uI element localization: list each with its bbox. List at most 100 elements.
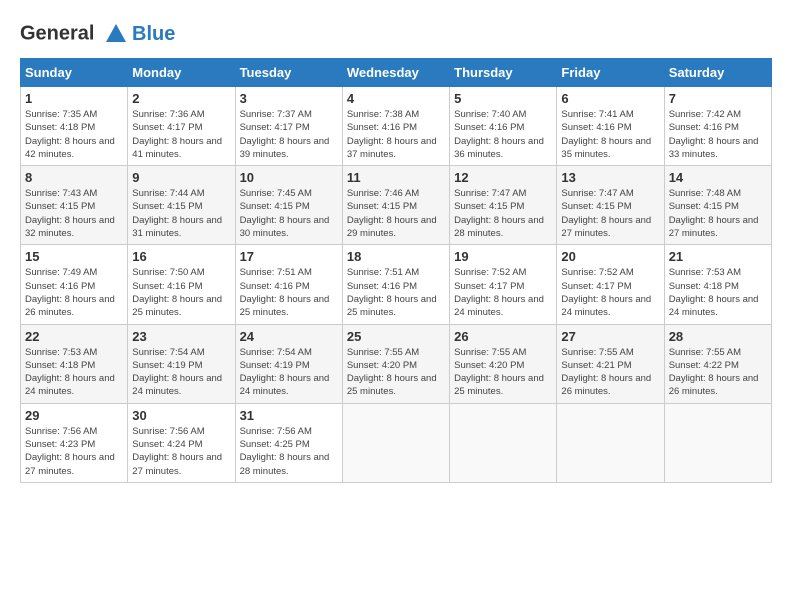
day-info: Sunrise: 7:47 AM Sunset: 4:15 PM Dayligh…: [561, 187, 659, 240]
day-number: 26: [454, 329, 552, 344]
day-number: 5: [454, 91, 552, 106]
col-header-sunday: Sunday: [21, 59, 128, 87]
col-header-saturday: Saturday: [664, 59, 771, 87]
calendar-cell: 31 Sunrise: 7:56 AM Sunset: 4:25 PM Dayl…: [235, 403, 342, 482]
calendar-cell: 4 Sunrise: 7:38 AM Sunset: 4:16 PM Dayli…: [342, 87, 449, 166]
calendar-cell: 26 Sunrise: 7:55 AM Sunset: 4:20 PM Dayl…: [450, 324, 557, 403]
day-info: Sunrise: 7:42 AM Sunset: 4:16 PM Dayligh…: [669, 108, 767, 161]
calendar-cell: 6 Sunrise: 7:41 AM Sunset: 4:16 PM Dayli…: [557, 87, 664, 166]
calendar-cell: 22 Sunrise: 7:53 AM Sunset: 4:18 PM Dayl…: [21, 324, 128, 403]
day-number: 11: [347, 170, 445, 185]
day-info: Sunrise: 7:44 AM Sunset: 4:15 PM Dayligh…: [132, 187, 230, 240]
calendar-cell: 9 Sunrise: 7:44 AM Sunset: 4:15 PM Dayli…: [128, 166, 235, 245]
day-info: Sunrise: 7:55 AM Sunset: 4:21 PM Dayligh…: [561, 346, 659, 399]
calendar-cell: 19 Sunrise: 7:52 AM Sunset: 4:17 PM Dayl…: [450, 245, 557, 324]
calendar-cell: 20 Sunrise: 7:52 AM Sunset: 4:17 PM Dayl…: [557, 245, 664, 324]
day-info: Sunrise: 7:40 AM Sunset: 4:16 PM Dayligh…: [454, 108, 552, 161]
day-number: 27: [561, 329, 659, 344]
calendar-cell: 25 Sunrise: 7:55 AM Sunset: 4:20 PM Dayl…: [342, 324, 449, 403]
logo-general: General: [20, 22, 94, 44]
calendar-cell: 15 Sunrise: 7:49 AM Sunset: 4:16 PM Dayl…: [21, 245, 128, 324]
calendar-cell: 7 Sunrise: 7:42 AM Sunset: 4:16 PM Dayli…: [664, 87, 771, 166]
calendar-cell: 23 Sunrise: 7:54 AM Sunset: 4:19 PM Dayl…: [128, 324, 235, 403]
day-number: 9: [132, 170, 230, 185]
calendar-cell: 30 Sunrise: 7:56 AM Sunset: 4:24 PM Dayl…: [128, 403, 235, 482]
day-info: Sunrise: 7:43 AM Sunset: 4:15 PM Dayligh…: [25, 187, 123, 240]
day-number: 18: [347, 249, 445, 264]
calendar-cell: 24 Sunrise: 7:54 AM Sunset: 4:19 PM Dayl…: [235, 324, 342, 403]
day-info: Sunrise: 7:54 AM Sunset: 4:19 PM Dayligh…: [240, 346, 338, 399]
week-row-2: 8 Sunrise: 7:43 AM Sunset: 4:15 PM Dayli…: [21, 166, 772, 245]
calendar-cell: [664, 403, 771, 482]
day-info: Sunrise: 7:56 AM Sunset: 4:24 PM Dayligh…: [132, 425, 230, 478]
calendar-cell: 8 Sunrise: 7:43 AM Sunset: 4:15 PM Dayli…: [21, 166, 128, 245]
day-info: Sunrise: 7:55 AM Sunset: 4:20 PM Dayligh…: [347, 346, 445, 399]
day-number: 30: [132, 408, 230, 423]
col-header-monday: Monday: [128, 59, 235, 87]
day-info: Sunrise: 7:46 AM Sunset: 4:15 PM Dayligh…: [347, 187, 445, 240]
day-info: Sunrise: 7:53 AM Sunset: 4:18 PM Dayligh…: [25, 346, 123, 399]
calendar-cell: 28 Sunrise: 7:55 AM Sunset: 4:22 PM Dayl…: [664, 324, 771, 403]
day-number: 24: [240, 329, 338, 344]
calendar-cell: [557, 403, 664, 482]
day-number: 12: [454, 170, 552, 185]
day-number: 14: [669, 170, 767, 185]
day-info: Sunrise: 7:55 AM Sunset: 4:22 PM Dayligh…: [669, 346, 767, 399]
day-number: 25: [347, 329, 445, 344]
week-row-1: 1 Sunrise: 7:35 AM Sunset: 4:18 PM Dayli…: [21, 87, 772, 166]
day-info: Sunrise: 7:50 AM Sunset: 4:16 PM Dayligh…: [132, 266, 230, 319]
day-number: 7: [669, 91, 767, 106]
calendar-cell: 12 Sunrise: 7:47 AM Sunset: 4:15 PM Dayl…: [450, 166, 557, 245]
day-number: 22: [25, 329, 123, 344]
day-info: Sunrise: 7:38 AM Sunset: 4:16 PM Dayligh…: [347, 108, 445, 161]
calendar-cell: 17 Sunrise: 7:51 AM Sunset: 4:16 PM Dayl…: [235, 245, 342, 324]
day-number: 31: [240, 408, 338, 423]
day-info: Sunrise: 7:48 AM Sunset: 4:15 PM Dayligh…: [669, 187, 767, 240]
day-info: Sunrise: 7:55 AM Sunset: 4:20 PM Dayligh…: [454, 346, 552, 399]
day-info: Sunrise: 7:47 AM Sunset: 4:15 PM Dayligh…: [454, 187, 552, 240]
day-number: 10: [240, 170, 338, 185]
col-header-tuesday: Tuesday: [235, 59, 342, 87]
calendar-table: SundayMondayTuesdayWednesdayThursdayFrid…: [20, 58, 772, 483]
calendar-cell: 10 Sunrise: 7:45 AM Sunset: 4:15 PM Dayl…: [235, 166, 342, 245]
week-row-5: 29 Sunrise: 7:56 AM Sunset: 4:23 PM Dayl…: [21, 403, 772, 482]
day-info: Sunrise: 7:52 AM Sunset: 4:17 PM Dayligh…: [561, 266, 659, 319]
day-number: 13: [561, 170, 659, 185]
day-info: Sunrise: 7:41 AM Sunset: 4:16 PM Dayligh…: [561, 108, 659, 161]
day-number: 2: [132, 91, 230, 106]
week-row-4: 22 Sunrise: 7:53 AM Sunset: 4:18 PM Dayl…: [21, 324, 772, 403]
day-number: 3: [240, 91, 338, 106]
col-header-wednesday: Wednesday: [342, 59, 449, 87]
day-info: Sunrise: 7:51 AM Sunset: 4:16 PM Dayligh…: [240, 266, 338, 319]
calendar-cell: 13 Sunrise: 7:47 AM Sunset: 4:15 PM Dayl…: [557, 166, 664, 245]
calendar-cell: 14 Sunrise: 7:48 AM Sunset: 4:15 PM Dayl…: [664, 166, 771, 245]
logo-icon: [102, 20, 130, 48]
col-header-friday: Friday: [557, 59, 664, 87]
day-info: Sunrise: 7:56 AM Sunset: 4:23 PM Dayligh…: [25, 425, 123, 478]
calendar-cell: [342, 403, 449, 482]
day-info: Sunrise: 7:52 AM Sunset: 4:17 PM Dayligh…: [454, 266, 552, 319]
calendar-cell: 16 Sunrise: 7:50 AM Sunset: 4:16 PM Dayl…: [128, 245, 235, 324]
day-number: 1: [25, 91, 123, 106]
day-number: 17: [240, 249, 338, 264]
day-number: 4: [347, 91, 445, 106]
logo: General Blue: [20, 20, 175, 48]
day-info: Sunrise: 7:49 AM Sunset: 4:16 PM Dayligh…: [25, 266, 123, 319]
day-info: Sunrise: 7:36 AM Sunset: 4:17 PM Dayligh…: [132, 108, 230, 161]
calendar-cell: 2 Sunrise: 7:36 AM Sunset: 4:17 PM Dayli…: [128, 87, 235, 166]
calendar-cell: 11 Sunrise: 7:46 AM Sunset: 4:15 PM Dayl…: [342, 166, 449, 245]
calendar-cell: [450, 403, 557, 482]
day-number: 16: [132, 249, 230, 264]
calendar-header-row: SundayMondayTuesdayWednesdayThursdayFrid…: [21, 59, 772, 87]
calendar-cell: 18 Sunrise: 7:51 AM Sunset: 4:16 PM Dayl…: [342, 245, 449, 324]
day-info: Sunrise: 7:53 AM Sunset: 4:18 PM Dayligh…: [669, 266, 767, 319]
day-info: Sunrise: 7:54 AM Sunset: 4:19 PM Dayligh…: [132, 346, 230, 399]
calendar-cell: 29 Sunrise: 7:56 AM Sunset: 4:23 PM Dayl…: [21, 403, 128, 482]
day-number: 6: [561, 91, 659, 106]
day-number: 21: [669, 249, 767, 264]
day-number: 29: [25, 408, 123, 423]
day-number: 15: [25, 249, 123, 264]
day-info: Sunrise: 7:35 AM Sunset: 4:18 PM Dayligh…: [25, 108, 123, 161]
logo-blue: Blue: [132, 23, 175, 46]
col-header-thursday: Thursday: [450, 59, 557, 87]
